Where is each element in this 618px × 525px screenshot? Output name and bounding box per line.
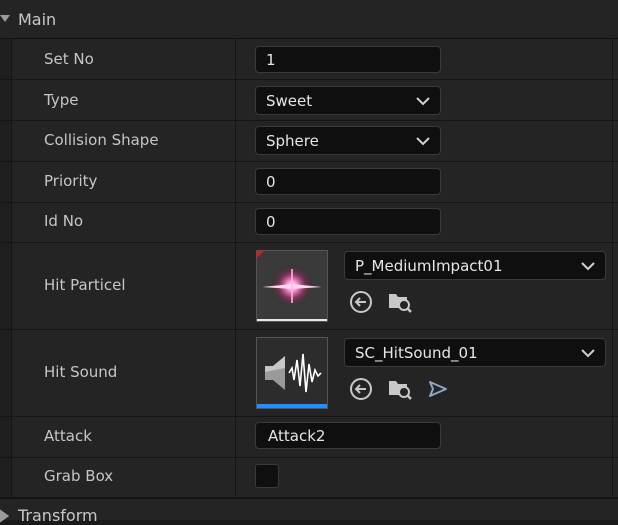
hit-sound-asset-picker[interactable]: SC_HitSound_01 bbox=[344, 338, 606, 367]
priority-label: Priority bbox=[44, 172, 98, 190]
hit-sound-label: Hit Sound bbox=[44, 363, 118, 381]
hit-particel-asset-name: P_MediumImpact01 bbox=[355, 256, 503, 275]
section-header-transform[interactable]: Transform bbox=[0, 498, 618, 525]
row-id-no: Id No 0 bbox=[0, 203, 618, 243]
type-dropdown[interactable]: Sweet bbox=[255, 86, 441, 115]
section-title-transform: Transform bbox=[18, 506, 98, 525]
chevron-down-icon bbox=[581, 261, 595, 270]
folder-search-icon bbox=[389, 294, 412, 313]
attack-input[interactable]: Attack2 bbox=[255, 422, 441, 449]
row-grab-box: Grab Box bbox=[0, 458, 618, 498]
type-label: Type bbox=[44, 91, 79, 109]
triangle-right-icon[interactable] bbox=[0, 509, 12, 523]
chevron-down-icon bbox=[416, 96, 430, 105]
use-selected-asset-button[interactable] bbox=[348, 289, 374, 315]
hit-sound-asset-name: SC_HitSound_01 bbox=[355, 343, 478, 362]
set-no-input[interactable]: 1 bbox=[255, 46, 441, 73]
use-selected-asset-button[interactable] bbox=[348, 376, 374, 402]
row-collision-shape: Collision Shape Sphere bbox=[0, 121, 618, 162]
particle-effect-icon bbox=[257, 251, 327, 321]
hit-particel-asset-picker[interactable]: P_MediumImpact01 bbox=[344, 251, 606, 280]
speaker-waveform-icon bbox=[257, 338, 327, 408]
row-hit-particel: Hit Particel P_MediumImpact01 bbox=[0, 243, 618, 330]
chevron-down-icon bbox=[416, 136, 430, 145]
row-type: Type Sweet bbox=[0, 80, 618, 121]
attack-label: Attack bbox=[44, 427, 92, 445]
row-attack: Attack Attack2 bbox=[0, 417, 618, 458]
play-icon bbox=[429, 381, 447, 397]
row-priority: Priority 0 bbox=[0, 162, 618, 203]
row-hit-sound: Hit Sound SC_HitSound_01 bbox=[0, 330, 618, 417]
folder-search-icon bbox=[389, 381, 412, 400]
collision-shape-dropdown[interactable]: Sphere bbox=[255, 126, 441, 155]
chevron-down-icon bbox=[581, 348, 595, 357]
collision-shape-value: Sphere bbox=[266, 131, 319, 150]
id-no-label: Id No bbox=[44, 212, 84, 230]
section-header-main[interactable]: Main bbox=[0, 0, 618, 39]
grab-box-label: Grab Box bbox=[44, 467, 114, 485]
row-set-no: Set No 1 bbox=[0, 39, 618, 80]
browse-asset-button[interactable] bbox=[387, 289, 413, 315]
arrow-left-circle-icon bbox=[350, 378, 372, 400]
browse-asset-button[interactable] bbox=[387, 376, 413, 402]
priority-input[interactable]: 0 bbox=[255, 168, 441, 195]
hit-particel-label: Hit Particel bbox=[44, 276, 126, 294]
hit-particel-thumbnail[interactable] bbox=[256, 250, 328, 322]
id-no-input[interactable]: 0 bbox=[255, 208, 441, 235]
grab-box-checkbox[interactable] bbox=[255, 464, 279, 488]
play-sound-button[interactable] bbox=[425, 376, 451, 402]
collision-shape-label: Collision Shape bbox=[44, 131, 159, 149]
section-title-main: Main bbox=[18, 9, 57, 29]
type-value: Sweet bbox=[266, 91, 313, 110]
set-no-label: Set No bbox=[44, 50, 94, 68]
triangle-down-icon[interactable] bbox=[0, 12, 12, 26]
arrow-left-circle-icon bbox=[350, 291, 372, 313]
hit-sound-thumbnail[interactable] bbox=[256, 337, 328, 409]
